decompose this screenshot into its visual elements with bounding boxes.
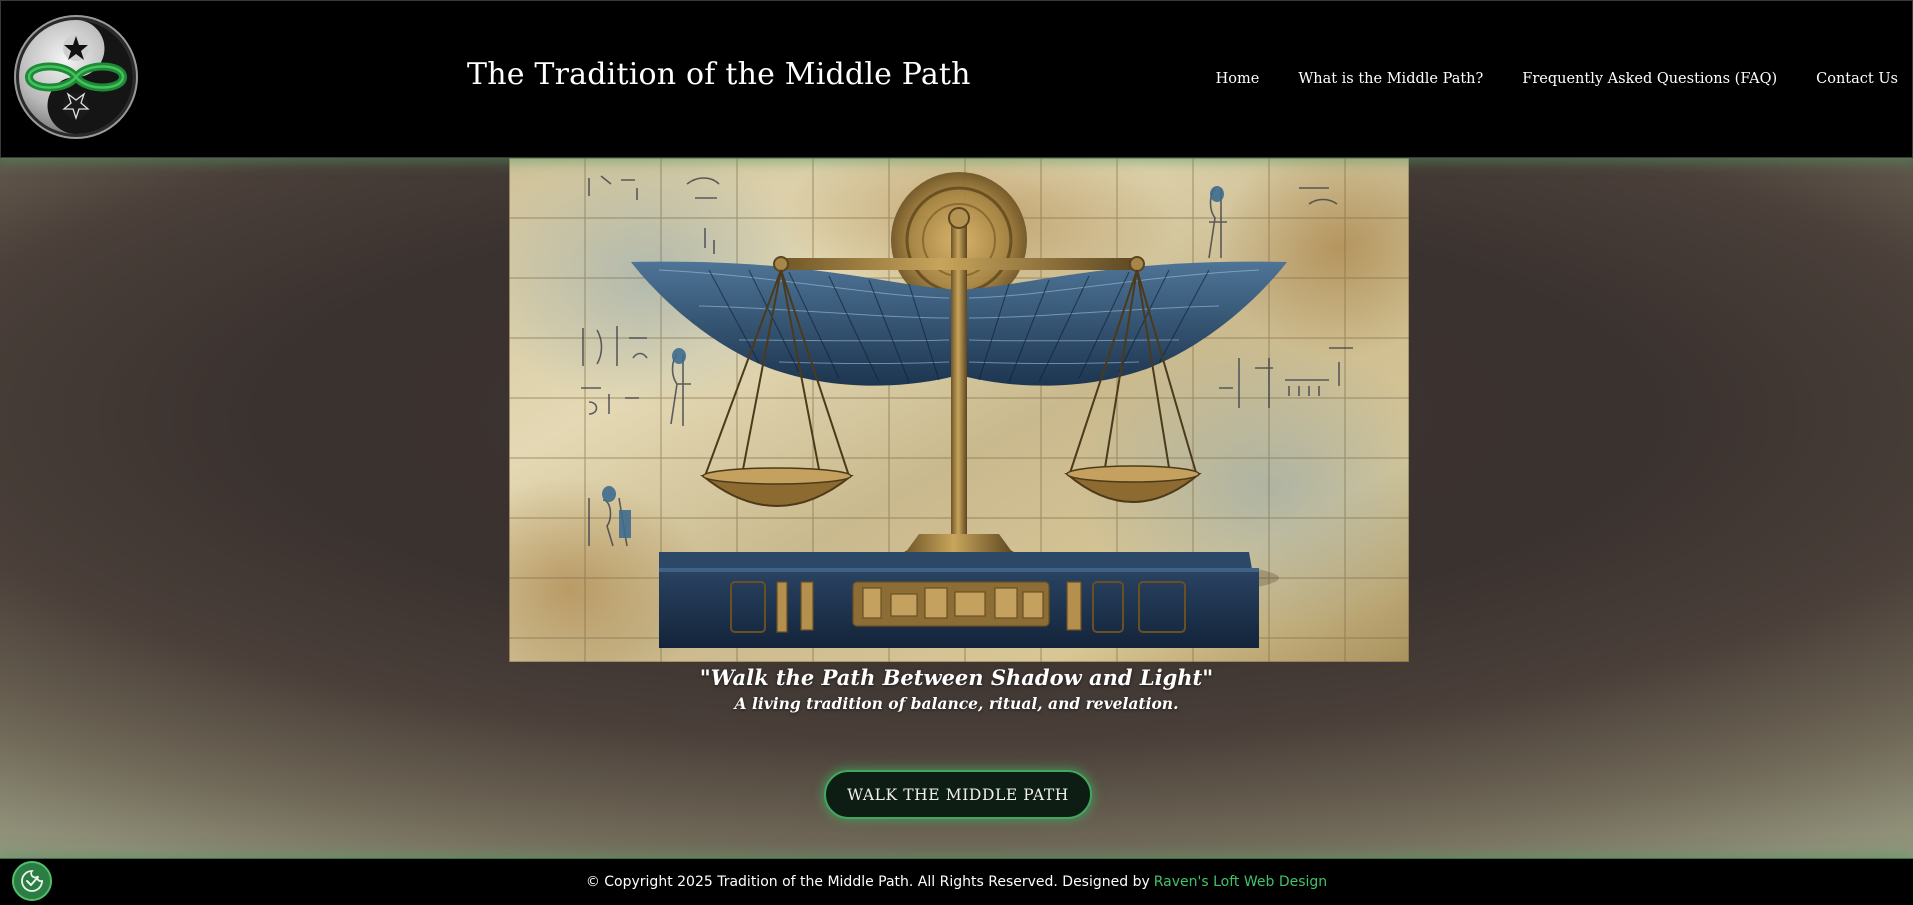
site-title: The Tradition of the Middle Path xyxy=(467,57,971,92)
walk-the-middle-path-button[interactable]: WALK THE MIDDLE PATH xyxy=(824,770,1092,819)
yin-yang-infinity-logo-icon xyxy=(14,15,138,139)
cookie-consent-button[interactable] xyxy=(12,861,52,901)
site-footer: © Copyright 2025 Tradition of the Middle… xyxy=(0,858,1913,905)
main-nav: Home What is the Middle Path? Frequently… xyxy=(1216,71,1898,87)
hero-subtagline: A living tradition of balance, ritual, a… xyxy=(734,694,1179,713)
nav-faq[interactable]: Frequently Asked Questions (FAQ) xyxy=(1522,71,1777,87)
nav-contact-us[interactable]: Contact Us xyxy=(1816,71,1898,87)
cookie-consent-checkmark-icon xyxy=(21,870,43,892)
footer-credit-link[interactable]: Raven's Loft Web Design xyxy=(1154,874,1327,890)
site-logo[interactable] xyxy=(13,14,139,140)
footer-copyright: © Copyright 2025 Tradition of the Middle… xyxy=(585,874,1150,890)
nav-home[interactable]: Home xyxy=(1216,71,1260,87)
nav-what-is-middle-path[interactable]: What is the Middle Path? xyxy=(1298,71,1483,87)
site-header: The Tradition of the Middle Path Home Wh… xyxy=(0,0,1913,158)
hero-tagline: "Walk the Path Between Shadow and Light" xyxy=(699,665,1214,690)
hero-image-scales-of-balance xyxy=(509,158,1409,662)
